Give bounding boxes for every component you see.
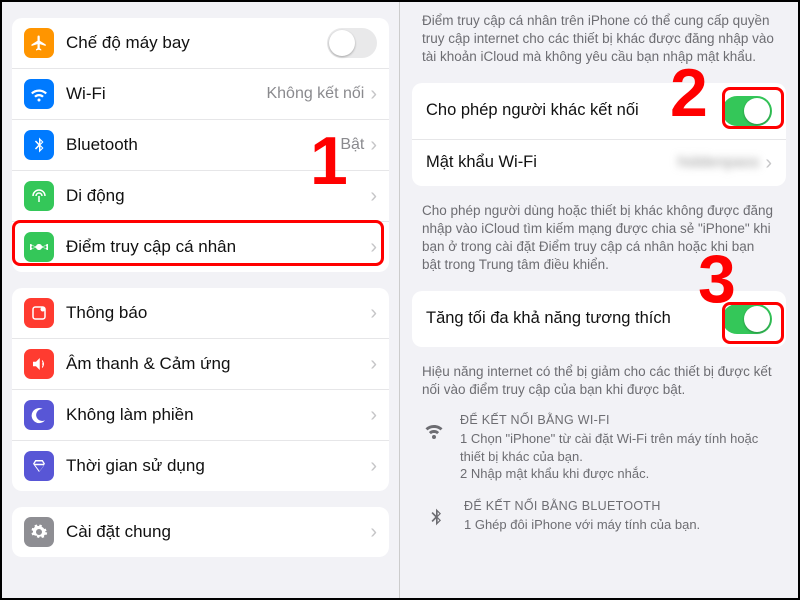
wifi-glyph-icon xyxy=(422,413,446,441)
allow-footer-note: Cho phép người dùng hoặc thiết bị khác k… xyxy=(400,196,798,281)
row-wifi[interactable]: Wi-Fi Không kết nối › xyxy=(12,69,389,120)
dnd-icon xyxy=(24,400,54,430)
cellular-label: Di động xyxy=(66,186,370,206)
screentime-icon xyxy=(24,451,54,481)
sound-icon xyxy=(24,349,54,379)
compat-footer-note: Hiệu năng internet có thể bị giảm cho cá… xyxy=(400,357,798,405)
gear-icon xyxy=(24,517,54,547)
row-dnd[interactable]: Không làm phiền › xyxy=(12,390,389,441)
row-general[interactable]: Cài đặt chung › xyxy=(12,507,389,557)
chevron-icon: › xyxy=(370,405,377,425)
hotspot-group-compat: Tăng tối đa khả năng tương thích xyxy=(412,291,786,347)
chevron-icon: › xyxy=(370,186,377,206)
row-cellular[interactable]: Di động › xyxy=(12,171,389,222)
row-wifi-password[interactable]: Mật khẩu Wi-Fi hiddenpass › xyxy=(412,140,786,186)
row-screentime[interactable]: Thời gian sử dụng › xyxy=(12,441,389,491)
row-sound[interactable]: Âm thanh & Cảm ứng › xyxy=(12,339,389,390)
connect-wifi-line1: 1 Chọn "iPhone" từ cài đặt Wi-Fi trên má… xyxy=(460,430,776,465)
max-compat-label: Tăng tối đa khả năng tương thích xyxy=(426,309,722,328)
chevron-icon: › xyxy=(370,456,377,476)
notifications-icon xyxy=(24,298,54,328)
allow-others-label: Cho phép người khác kết nối xyxy=(426,101,722,120)
connect-bt-info: ĐỂ KẾT NỐI BẰNG BLUETOOTH 1 Ghép đôi iPh… xyxy=(400,491,798,542)
chevron-icon: › xyxy=(370,303,377,323)
airplane-icon xyxy=(24,28,54,58)
hotspot-icon xyxy=(24,232,54,262)
chevron-icon: › xyxy=(370,84,377,104)
settings-main-list: Chế độ máy bay Wi-Fi Không kết nối › Blu… xyxy=(2,2,400,598)
connect-wifi-heading: ĐỂ KẾT NỐI BẰNG WI-FI xyxy=(460,413,776,427)
settings-group-connectivity: Chế độ máy bay Wi-Fi Không kết nối › Blu… xyxy=(12,18,389,272)
connect-bt-heading: ĐỂ KẾT NỐI BẰNG BLUETOOTH xyxy=(464,499,700,513)
row-bluetooth[interactable]: Bluetooth Bật › xyxy=(12,120,389,171)
screentime-label: Thời gian sử dụng xyxy=(66,456,370,476)
chevron-icon: › xyxy=(370,135,377,155)
bluetooth-icon xyxy=(24,130,54,160)
chevron-icon: › xyxy=(370,522,377,542)
bt-glyph-icon xyxy=(422,499,450,531)
hotspot-label: Điểm truy cập cá nhân xyxy=(66,237,370,257)
row-allow-others[interactable]: Cho phép người khác kết nối xyxy=(412,83,786,140)
notifications-label: Thông báo xyxy=(66,303,370,323)
airplane-toggle[interactable] xyxy=(327,28,377,58)
row-max-compat[interactable]: Tăng tối đa khả năng tương thích xyxy=(412,291,786,347)
bluetooth-value: Bật xyxy=(340,136,364,154)
wifi-value: Không kết nối xyxy=(266,85,364,103)
row-airplane-mode[interactable]: Chế độ máy bay xyxy=(12,18,389,69)
allow-others-toggle[interactable] xyxy=(722,96,772,126)
sound-label: Âm thanh & Cảm ứng xyxy=(66,354,370,374)
bluetooth-label: Bluetooth xyxy=(66,135,340,155)
wifi-password-label: Mật khẩu Wi-Fi xyxy=(426,153,677,172)
connect-wifi-info: ĐỂ KẾT NỐI BẰNG WI-FI 1 Chọn "iPhone" từ… xyxy=(400,405,798,491)
hotspot-settings-pane: Điểm truy cập cá nhân trên iPhone có thể… xyxy=(400,2,798,598)
row-personal-hotspot[interactable]: Điểm truy cập cá nhân › xyxy=(12,222,389,272)
max-compat-toggle[interactable] xyxy=(722,304,772,334)
airplane-label: Chế độ máy bay xyxy=(66,33,327,53)
hotspot-group-allow: Cho phép người khác kết nối Mật khẩu Wi-… xyxy=(412,83,786,186)
wifi-icon xyxy=(24,79,54,109)
general-label: Cài đặt chung xyxy=(66,522,370,542)
settings-group-alerts: Thông báo › Âm thanh & Cảm ứng › Không l… xyxy=(12,288,389,491)
chevron-icon: › xyxy=(370,237,377,257)
cellular-icon xyxy=(24,181,54,211)
connect-wifi-line2: 2 Nhập mật khẩu khi được nhắc. xyxy=(460,465,776,483)
dnd-label: Không làm phiền xyxy=(66,405,370,425)
row-notifications[interactable]: Thông báo › xyxy=(12,288,389,339)
hotspot-intro-note: Điểm truy cập cá nhân trên iPhone có thể… xyxy=(400,2,798,73)
connect-bt-line1: 1 Ghép đôi iPhone với máy tính của bạn. xyxy=(464,516,700,534)
wifi-password-value: hiddenpass xyxy=(677,154,759,172)
chevron-icon: › xyxy=(370,354,377,374)
wifi-label: Wi-Fi xyxy=(66,84,266,104)
chevron-icon: › xyxy=(765,153,772,173)
settings-group-general: Cài đặt chung › xyxy=(12,507,389,557)
